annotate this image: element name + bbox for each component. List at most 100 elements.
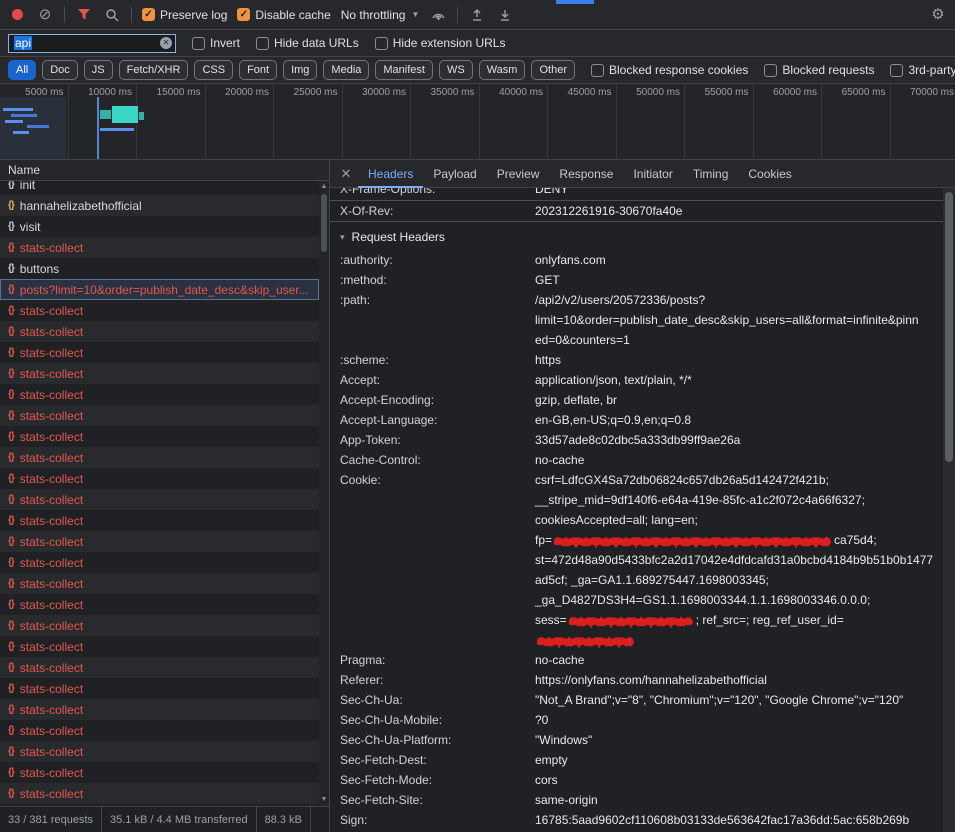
filter-pill-wasm[interactable]: Wasm xyxy=(479,60,526,80)
request-row[interactable]: {}stats-collect xyxy=(0,384,319,405)
request-row[interactable]: {}stats-collect xyxy=(0,468,319,489)
filter-pill-js[interactable]: JS xyxy=(84,60,113,80)
header-name: :authority: xyxy=(340,250,535,270)
request-name: visit xyxy=(20,220,41,234)
request-row[interactable]: {}stats-collect xyxy=(0,678,319,699)
header-value: onlyfans.com xyxy=(535,250,943,270)
filter-pill-css[interactable]: CSS xyxy=(194,60,233,80)
request-name: stats-collect xyxy=(20,409,83,423)
header-row: Accept:application/json, text/plain, */* xyxy=(340,370,943,390)
request-row[interactable]: {}stats-collect xyxy=(0,531,319,552)
filter-checkbox-3rd-party-requests[interactable]: 3rd-party requests xyxy=(890,63,955,77)
invert-checkbox[interactable]: Invert xyxy=(192,36,240,50)
request-row[interactable]: {}stats-collect xyxy=(0,615,319,636)
request-row[interactable]: {}hannahelizabethofficial xyxy=(0,195,319,216)
details-scrollbar[interactable] xyxy=(943,188,955,832)
request-row[interactable]: {}stats-collect xyxy=(0,636,319,657)
header-row: Pragma:no-cache xyxy=(340,650,943,670)
header-name: :scheme: xyxy=(340,350,535,370)
scroll-up-icon[interactable]: ▲ xyxy=(319,182,329,192)
request-headers-section-header[interactable]: ▾ Request Headers xyxy=(340,224,943,250)
resource-type-icon: {} xyxy=(8,557,14,568)
filter-pill-fetch-xhr[interactable]: Fetch/XHR xyxy=(119,60,189,80)
filter-pill-other[interactable]: Other xyxy=(531,60,575,80)
tab-timing[interactable]: Timing xyxy=(683,160,739,188)
request-row[interactable]: {}stats-collect xyxy=(0,426,319,447)
disable-cache-checkbox[interactable]: ✓ Disable cache xyxy=(237,8,330,22)
filter-pill-font[interactable]: Font xyxy=(239,60,277,80)
filter-pill-media[interactable]: Media xyxy=(323,60,369,80)
request-row[interactable]: {}stats-collect xyxy=(0,300,319,321)
export-har-icon[interactable] xyxy=(496,6,514,24)
clear-filter-icon[interactable]: ✕ xyxy=(160,37,172,49)
request-row[interactable]: {}init xyxy=(0,181,319,195)
filter-checkbox-blocked-requests[interactable]: Blocked requests xyxy=(764,63,874,77)
scrollbar-thumb[interactable] xyxy=(321,194,327,252)
filter-pill-manifest[interactable]: Manifest xyxy=(375,60,433,80)
scrollbar-thumb[interactable] xyxy=(945,192,953,462)
record-button[interactable] xyxy=(8,6,26,24)
request-name: stats-collect xyxy=(20,325,83,339)
request-row[interactable]: {}stats-collect xyxy=(0,573,319,594)
network-activity-bar xyxy=(13,131,29,134)
request-row[interactable]: {}stats-collect xyxy=(0,489,319,510)
import-har-icon[interactable] xyxy=(468,6,486,24)
request-row[interactable]: {}stats-collect xyxy=(0,594,319,615)
filter-pill-ws[interactable]: WS xyxy=(439,60,473,80)
column-header-name[interactable]: Name xyxy=(0,160,329,181)
hide-extension-urls-checkbox[interactable]: Hide extension URLs xyxy=(375,36,506,50)
request-row[interactable]: {}stats-collect xyxy=(0,699,319,720)
request-row[interactable]: {}stats-collect xyxy=(0,657,319,678)
request-row[interactable]: {}stats-collect xyxy=(0,405,319,426)
tab-initiator[interactable]: Initiator xyxy=(623,160,682,188)
search-icon[interactable] xyxy=(103,6,121,24)
request-row[interactable]: {}stats-collect xyxy=(0,720,319,741)
request-row[interactable]: {}stats-collect xyxy=(0,741,319,762)
request-row[interactable]: {}buttons xyxy=(0,258,319,279)
network-conditions-icon[interactable] xyxy=(429,6,447,24)
tab-cookies[interactable]: Cookies xyxy=(738,160,801,188)
request-row[interactable]: {}stats-collect xyxy=(0,552,319,573)
checkbox-unchecked-icon xyxy=(192,37,205,50)
filter-checkbox-blocked-response-cookies[interactable]: Blocked response cookies xyxy=(591,63,748,77)
tab-payload[interactable]: Payload xyxy=(423,160,486,188)
hide-data-urls-checkbox[interactable]: Hide data URLs xyxy=(256,36,359,50)
request-row-selected[interactable]: {}posts?limit=10&order=publish_date_desc… xyxy=(0,279,319,300)
request-row[interactable]: {}stats-collect xyxy=(0,783,319,804)
requests-scrollbar[interactable]: ▲ ▼ xyxy=(319,181,329,806)
filter-pill-doc[interactable]: Doc xyxy=(42,60,78,80)
filter-input[interactable]: api ✕ xyxy=(8,34,176,53)
timeline-overview[interactable]: 5000 ms10000 ms15000 ms20000 ms25000 ms3… xyxy=(0,84,955,160)
filter-pill-all[interactable]: All xyxy=(8,60,36,80)
resource-type-icon: {} xyxy=(8,221,14,232)
request-row[interactable]: {}stats-collect xyxy=(0,510,319,531)
tab-preview[interactable]: Preview xyxy=(487,160,550,188)
request-row[interactable]: {}stats-collect xyxy=(0,762,319,783)
request-row[interactable]: {}stats-collect xyxy=(0,342,319,363)
resource-type-icon: {} xyxy=(8,704,14,715)
header-name: Sec-Fetch-Site: xyxy=(340,790,535,810)
request-row[interactable]: {}stats-collect xyxy=(0,321,319,342)
tab-headers[interactable]: Headers xyxy=(358,160,423,188)
header-name: Pragma: xyxy=(340,650,535,670)
header-name: Cache-Control: xyxy=(340,450,535,470)
throttling-dropdown[interactable]: No throttling ▼ xyxy=(341,8,420,22)
close-details-icon[interactable]: ✕ xyxy=(334,166,358,182)
request-name: stats-collect xyxy=(20,661,83,675)
resource-type-icon: {} xyxy=(8,473,14,484)
filter-funnel-icon[interactable] xyxy=(75,6,93,24)
clear-network-log-button[interactable]: ⊘ xyxy=(36,6,54,24)
request-row[interactable]: {}stats-collect xyxy=(0,447,319,468)
header-name: Sec-Ch-Ua-Platform: xyxy=(340,730,535,750)
filter-pill-img[interactable]: Img xyxy=(283,60,317,80)
request-row[interactable]: {}stats-collect xyxy=(0,363,319,384)
scroll-down-icon[interactable]: ▼ xyxy=(319,795,329,805)
header-name: Sec-Ch-Ua: xyxy=(340,690,535,710)
request-name: stats-collect xyxy=(20,640,83,654)
tab-response[interactable]: Response xyxy=(549,160,623,188)
request-row[interactable]: {}stats-collect xyxy=(0,237,319,258)
request-row[interactable]: {} visit xyxy=(0,216,319,237)
overview-selection-region xyxy=(0,97,66,160)
settings-gear-icon[interactable]: ⚙ xyxy=(929,6,947,24)
preserve-log-checkbox[interactable]: ✓ Preserve log xyxy=(142,8,227,22)
